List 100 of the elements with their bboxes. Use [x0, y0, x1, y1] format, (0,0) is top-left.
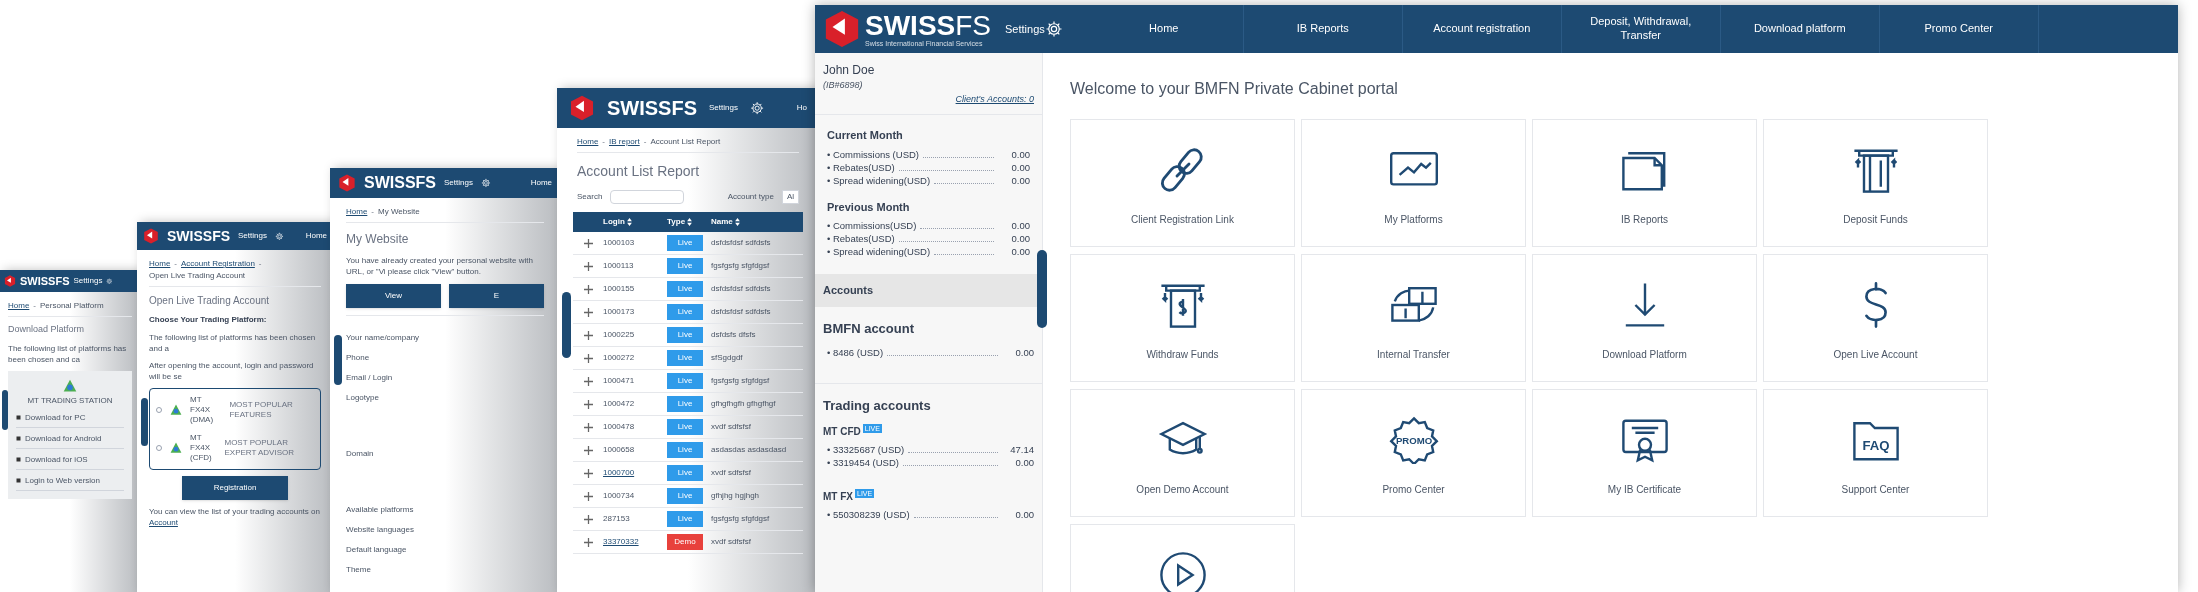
account-row-label: • 8486 (USD)	[827, 346, 884, 359]
nav-link[interactable]: IB Reports	[1243, 5, 1403, 53]
table-cell-text: 1000658	[603, 444, 636, 456]
group-title: Current Month	[827, 128, 904, 143]
expand-icon[interactable]	[583, 261, 593, 271]
tile-label: Open Live Account	[1833, 348, 1918, 362]
expand-icon[interactable]	[583, 445, 593, 455]
nav-link[interactable]: Promo Center	[1879, 5, 2039, 53]
paragraph-text: After opening the account, login and password will be se	[149, 360, 315, 382]
nav-link[interactable]: Download platform	[1720, 5, 1880, 53]
platform-name: MT FX4X (CFD)	[190, 433, 213, 463]
field-label: Domain	[346, 448, 375, 460]
nav-link[interactable]: Account registration	[1402, 5, 1562, 53]
breadcrumb-link[interactable]: Account Registration	[181, 258, 255, 270]
expand-icon[interactable]	[583, 514, 593, 524]
settings-link[interactable]: Settings	[444, 179, 473, 187]
collapse-handle[interactable]	[334, 335, 342, 385]
field-label: Default language	[346, 544, 408, 556]
tile-label: Open Demo Account	[1136, 483, 1229, 497]
column-header[interactable]: Type	[667, 216, 686, 228]
column-header[interactable]: Login	[603, 216, 625, 228]
settings-link[interactable]: Settings	[238, 232, 267, 240]
breadcrumb-link[interactable]: Home	[346, 206, 368, 218]
client-accounts-link[interactable]: Client's Accounts: 0	[955, 92, 1034, 106]
menu-tile[interactable]: Withdraw Funds	[1070, 254, 1295, 382]
expand-icon[interactable]	[583, 330, 593, 340]
radio-button[interactable]	[156, 407, 162, 413]
download-link[interactable]: Login to Web version	[25, 474, 100, 487]
paragraph-text: You have already created your personal website with URL, or "Vi please click "View" button.	[346, 255, 534, 277]
menu-tile[interactable]: PROMO Promo Center	[1301, 389, 1526, 517]
account-row-value: 0.00	[1014, 507, 1034, 521]
platform-icon	[16, 478, 21, 483]
expand-icon[interactable]	[583, 468, 593, 478]
settings-icon[interactable]	[749, 100, 765, 116]
expand-icon[interactable]	[583, 238, 593, 248]
download-link[interactable]: Download for PC	[25, 411, 86, 424]
download-link[interactable]: Download for iOS	[25, 453, 88, 466]
account-row-label: • Commissions(USD)	[827, 219, 917, 232]
sort-icon[interactable]	[626, 218, 632, 226]
registration-button[interactable]: Registration	[181, 476, 289, 500]
page-title: My Website	[346, 231, 410, 248]
nav-link[interactable]: Ho	[796, 104, 807, 112]
breadcrumb-link[interactable]: Home	[577, 136, 599, 148]
table-cell-text: 1000225	[603, 329, 636, 341]
expand-icon[interactable]	[583, 353, 593, 363]
platform-name: MT FX	[823, 489, 853, 504]
settings-link[interactable]: Settings	[73, 277, 103, 285]
page-title: Account List Report	[577, 162, 701, 181]
table-cell-text: dsfdsfdsf sdfdsfs	[711, 237, 772, 249]
collapse-handle[interactable]	[1037, 250, 1047, 328]
collapse-handle[interactable]	[141, 398, 148, 446]
action-button[interactable]: View	[346, 284, 441, 308]
expand-icon[interactable]	[583, 376, 593, 386]
table-cell-text: gfhgfhgfh gfhgfhgf	[711, 398, 777, 410]
search-field[interactable]	[610, 190, 685, 204]
menu-tile[interactable]: IB Reports	[1532, 119, 1757, 247]
menu-tile[interactable]: My IB Certificate	[1532, 389, 1757, 517]
sort-icon[interactable]	[687, 218, 693, 226]
menu-tile[interactable]: My Platforms	[1301, 119, 1526, 247]
sort-icon[interactable]	[734, 218, 740, 226]
menu-tile[interactable]: Deposit Funds	[1763, 119, 1988, 247]
menu-tile[interactable]: Open Demo Account	[1070, 389, 1295, 517]
menu-tile[interactable]: FAQ Support Center	[1763, 389, 1988, 517]
nav-link[interactable]: Home	[305, 232, 327, 240]
expand-icon[interactable]	[583, 537, 593, 547]
collapse-handle[interactable]	[2, 390, 8, 430]
login-link[interactable]: 33370332	[603, 536, 667, 548]
breadcrumb-link[interactable]: Home	[149, 258, 171, 270]
breadcrumb-link[interactable]: Home	[8, 300, 30, 312]
login-link[interactable]: 1000700	[603, 467, 667, 479]
action-button[interactable]: E	[449, 284, 544, 308]
table-cell-text: xvdf sdfsfsf	[711, 467, 752, 479]
radio-button[interactable]	[156, 445, 162, 451]
field-label: Website languages	[346, 524, 415, 536]
download-link[interactable]: Download for Android	[25, 432, 102, 445]
breadcrumb-link[interactable]: IB report	[609, 136, 640, 148]
expand-icon[interactable]	[583, 307, 593, 317]
settings-icon[interactable]	[1044, 20, 1063, 38]
expand-icon[interactable]	[583, 399, 593, 409]
expand-icon[interactable]	[583, 284, 593, 294]
account-link[interactable]: Account	[149, 518, 178, 527]
settings-icon[interactable]	[480, 178, 491, 188]
type-badge: Live	[667, 350, 703, 366]
menu-tile[interactable]: Client Registration Link	[1070, 119, 1295, 247]
menu-tile[interactable]: Internal Transfer	[1301, 254, 1526, 382]
nav-link[interactable]: Home	[530, 179, 552, 187]
column-header[interactable]: Name	[711, 216, 733, 228]
menu-tile[interactable]: Open Live Account	[1763, 254, 1988, 382]
nav-link[interactable]: Home	[1084, 5, 1244, 53]
collapse-handle[interactable]	[562, 292, 571, 358]
settings-link[interactable]: Settings	[1005, 20, 1045, 38]
nav-link[interactable]: Deposit, Withdrawal, Transfer	[1561, 5, 1721, 53]
settings-link[interactable]: Settings	[709, 104, 738, 112]
expand-icon[interactable]	[583, 491, 593, 501]
expand-icon[interactable]	[583, 422, 593, 432]
tile-label: My IB Certificate	[1607, 483, 1682, 497]
settings-icon[interactable]	[274, 231, 284, 241]
type-badge: Live	[667, 235, 703, 251]
account-type-dropdown[interactable]: Al	[781, 190, 799, 204]
menu-tile[interactable]: Download Platform	[1532, 254, 1757, 382]
